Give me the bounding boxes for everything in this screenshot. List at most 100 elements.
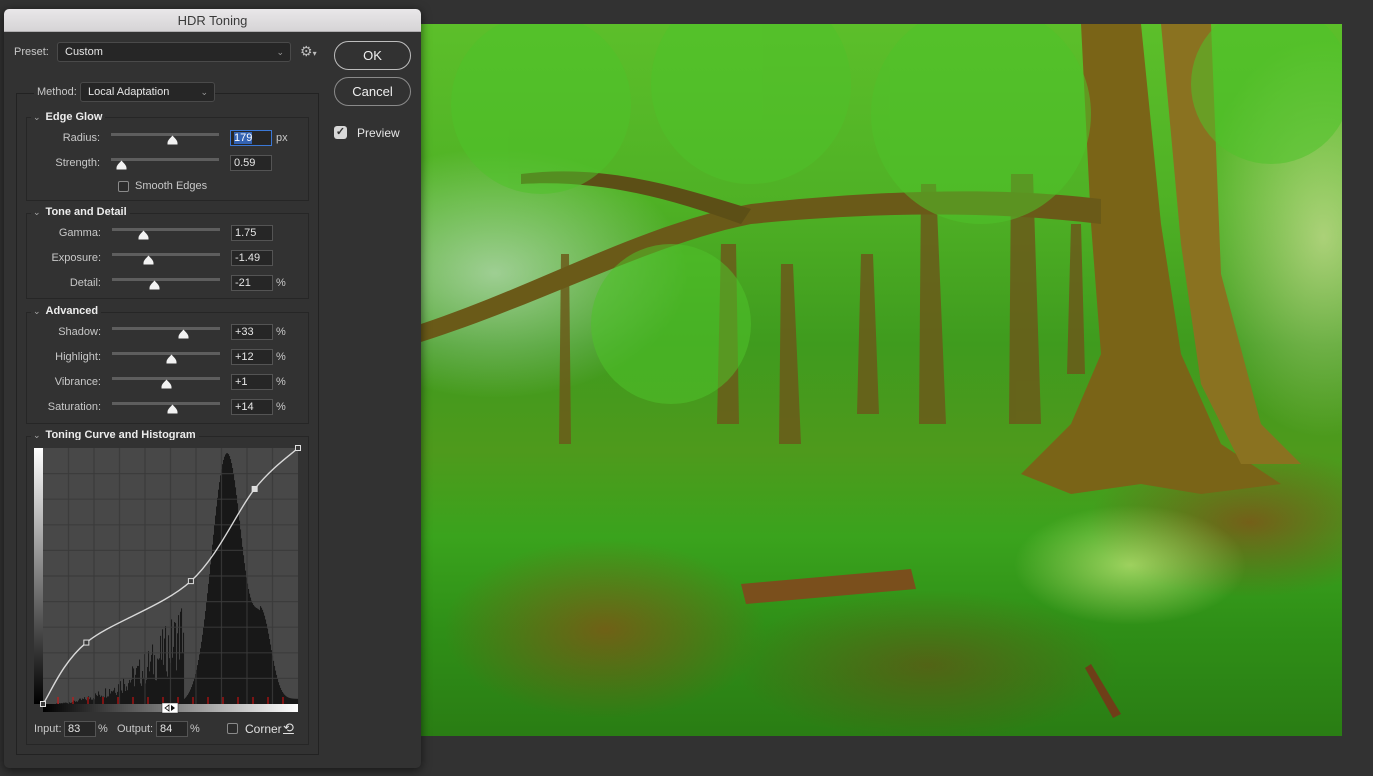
histogram-bar bbox=[158, 659, 160, 704]
input-field[interactable]: 83 bbox=[64, 721, 96, 737]
histogram-bar bbox=[218, 489, 220, 704]
histogram-bar bbox=[168, 635, 170, 704]
histogram-bar bbox=[113, 690, 115, 704]
toning-curve-editor[interactable] bbox=[29, 440, 301, 714]
histogram-bar bbox=[150, 661, 152, 704]
curve-control-point[interactable] bbox=[295, 445, 301, 451]
highlight-slider-thumb[interactable] bbox=[166, 354, 177, 364]
curve-control-point[interactable] bbox=[187, 578, 194, 585]
histogram-bar bbox=[250, 597, 252, 704]
preset-select[interactable]: Custom ⌄ bbox=[57, 42, 291, 62]
histogram-bar bbox=[83, 699, 85, 704]
histogram-bar bbox=[136, 668, 138, 704]
histogram-bar bbox=[205, 611, 207, 704]
curve-control-point[interactable] bbox=[83, 639, 90, 646]
histogram-bar bbox=[257, 608, 259, 704]
foliage bbox=[591, 244, 751, 404]
saturation-field[interactable]: +14 bbox=[231, 399, 273, 415]
ok-button[interactable]: OK bbox=[334, 41, 411, 70]
shadow-slider-thumb[interactable] bbox=[178, 329, 189, 339]
histogram-bar bbox=[219, 482, 221, 704]
shadow-field[interactable]: +33 bbox=[231, 324, 273, 340]
collapse-caret-icon: ⌄ bbox=[33, 306, 41, 316]
shadow-slider-track[interactable] bbox=[112, 327, 220, 330]
strength-slider-thumb[interactable] bbox=[116, 160, 127, 170]
histogram-bar bbox=[171, 619, 173, 704]
vibrance-field[interactable]: +1 bbox=[231, 374, 273, 390]
gradient-slider-handle[interactable] bbox=[161, 702, 179, 714]
collapse-caret-icon: ⌄ bbox=[33, 112, 41, 122]
histogram-bar bbox=[180, 611, 182, 704]
histogram-bar bbox=[77, 701, 79, 704]
gear-icon[interactable]: ⚙▾ bbox=[300, 43, 317, 60]
histogram-bar bbox=[139, 659, 141, 704]
histogram-bar bbox=[160, 635, 162, 704]
histogram-bar bbox=[290, 698, 292, 704]
histogram-bar bbox=[157, 658, 159, 704]
histogram-bar bbox=[137, 665, 139, 704]
curve-control-point[interactable] bbox=[251, 485, 258, 492]
exposure-slider-thumb[interactable] bbox=[143, 255, 154, 265]
histogram-bar bbox=[284, 694, 286, 704]
edge-glow-header[interactable]: ⌄ Edge Glow bbox=[31, 111, 106, 123]
histogram-bar bbox=[181, 608, 183, 704]
histogram-bar bbox=[122, 692, 124, 704]
histogram-bar bbox=[74, 700, 76, 704]
radius-slider-track[interactable] bbox=[111, 133, 219, 136]
detail-slider-thumb[interactable] bbox=[149, 280, 160, 290]
advanced-header[interactable]: ⌄ Advanced bbox=[31, 305, 102, 317]
radius-field[interactable]: 179 bbox=[230, 130, 272, 146]
histogram-bar bbox=[84, 697, 86, 704]
smooth-edges-label: Smooth Edges bbox=[135, 180, 208, 192]
corner-checkbox[interactable] bbox=[227, 723, 238, 734]
histogram-bar bbox=[92, 699, 94, 704]
detail-field[interactable]: -21 bbox=[231, 275, 273, 291]
curve-graph[interactable] bbox=[29, 440, 301, 714]
histogram-bar bbox=[184, 698, 186, 704]
histogram-bar bbox=[267, 628, 269, 704]
highlight-field[interactable]: +12 bbox=[231, 349, 273, 365]
saturation-slider-thumb[interactable] bbox=[167, 404, 178, 414]
histogram-bar bbox=[292, 698, 294, 704]
histogram-bar bbox=[142, 671, 144, 704]
gamma-field[interactable]: 1.75 bbox=[231, 225, 273, 241]
method-select[interactable]: Local Adaptation ⌄ bbox=[80, 82, 215, 102]
radius-label: Radius: bbox=[62, 132, 100, 144]
foliage bbox=[651, 24, 851, 184]
reset-icon[interactable]: ⟲ bbox=[283, 720, 294, 736]
histogram-bar bbox=[131, 679, 133, 704]
exposure-label: Exposure: bbox=[51, 252, 101, 264]
histogram-bar bbox=[238, 511, 240, 704]
curve-control-point[interactable] bbox=[40, 701, 46, 707]
histogram-bar bbox=[98, 691, 100, 704]
histogram-bar bbox=[109, 689, 111, 704]
detail-slider-track[interactable] bbox=[112, 278, 220, 281]
histogram-bar bbox=[241, 538, 243, 704]
histogram-bar bbox=[254, 606, 256, 704]
cancel-button[interactable]: Cancel bbox=[334, 77, 411, 106]
collapse-caret-icon: ⌄ bbox=[33, 430, 41, 440]
histogram-bar bbox=[270, 644, 272, 704]
smooth-edges-checkbox[interactable] bbox=[118, 181, 129, 192]
preview-checkbox[interactable]: ✓ bbox=[334, 126, 347, 139]
exposure-field[interactable]: -1.49 bbox=[231, 250, 273, 266]
histogram-bar bbox=[120, 681, 122, 704]
tone-detail-header[interactable]: ⌄ Tone and Detail bbox=[31, 206, 130, 218]
chevron-down-icon: ⌄ bbox=[200, 87, 208, 97]
hdr-toning-dialog: HDR Toning Preset: Custom ⌄ ⚙▾ OK Cancel… bbox=[4, 9, 421, 768]
gamma-slider-track[interactable] bbox=[112, 228, 220, 231]
histogram-bar bbox=[297, 698, 299, 704]
histogram-bar bbox=[101, 695, 103, 704]
gamma-slider-thumb[interactable] bbox=[138, 230, 149, 240]
vibrance-label: Vibrance: bbox=[54, 376, 101, 388]
exposure-slider-track[interactable] bbox=[112, 253, 220, 256]
output-field[interactable]: 84 bbox=[156, 721, 188, 737]
vibrance-slider-thumb[interactable] bbox=[161, 379, 172, 389]
histogram-bar bbox=[264, 615, 266, 704]
radius-slider-thumb[interactable] bbox=[167, 135, 178, 145]
histogram-bar bbox=[79, 698, 81, 704]
strength-field[interactable]: 0.59 bbox=[230, 155, 272, 171]
histogram-bar bbox=[262, 609, 264, 704]
histogram-bar bbox=[256, 607, 258, 704]
histogram-bar bbox=[59, 703, 61, 704]
